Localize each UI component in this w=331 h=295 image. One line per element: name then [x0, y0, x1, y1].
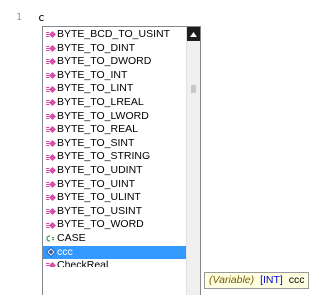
tooltip-type: [INT]: [260, 274, 283, 286]
editor-gutter: 1: [0, 0, 30, 295]
autocomplete-item-label: BYTE_BCD_TO_USINT: [57, 28, 171, 40]
autocomplete-item-label: CASE: [57, 231, 86, 244]
autocomplete-item[interactable]: BYTE_TO_DWORD: [43, 55, 186, 69]
autocomplete-item-label: BYTE_TO_STRING: [57, 150, 151, 163]
keyword-icon: [46, 232, 56, 246]
autocomplete-item-label: BYTE_TO_LREAL: [57, 95, 144, 108]
autocomplete-item-label: BYTE_TO_UDINT: [57, 163, 143, 176]
scroll-up-button[interactable]: [187, 27, 200, 41]
autocomplete-item[interactable]: BYTE_TO_WORD: [43, 218, 186, 232]
autocomplete-item[interactable]: BYTE_TO_REAL: [43, 123, 186, 137]
autocomplete-item-label: BYTE_TO_DWORD: [57, 55, 152, 68]
conversion-function-icon: [46, 205, 56, 219]
autocomplete-tooltip: (Variable) [INT] ccc: [204, 272, 310, 289]
autocomplete-item-label: BYTE_TO_LINT: [57, 82, 134, 95]
autocomplete-item-label: BYTE_TO_INT: [57, 68, 128, 81]
autocomplete-item-label: CheckReal: [57, 259, 109, 268]
autocomplete-item[interactable]: BYTE_TO_ULINT: [43, 191, 186, 205]
conversion-function-icon: [46, 28, 56, 42]
autocomplete-list[interactable]: BYTE_BCD_TO_USINT BYTE_TO_DINT BYTE_TO_DWO…: [43, 28, 186, 268]
autocomplete-item-label: BYTE_TO_DINT: [57, 41, 135, 54]
autocomplete-item-selected[interactable]: ccc: [43, 245, 186, 260]
autocomplete-item-label: BYTE_TO_WORD: [57, 218, 144, 231]
conversion-function-icon: [46, 82, 56, 96]
conversion-function-icon: [46, 123, 56, 137]
conversion-function-icon: [46, 137, 56, 151]
autocomplete-item[interactable]: BYTE_TO_LREAL: [43, 96, 186, 110]
autocomplete-item[interactable]: CASE: [43, 232, 186, 246]
autocomplete-item-label: BYTE_TO_UINT: [57, 177, 135, 190]
editor-code-text[interactable]: c: [38, 11, 45, 24]
conversion-function-icon: [46, 218, 56, 232]
conversion-function-icon: [46, 259, 56, 268]
autocomplete-item-label: BYTE_TO_SINT: [57, 136, 135, 149]
autocomplete-item[interactable]: BYTE_TO_LWORD: [43, 110, 186, 124]
tooltip-kind: (Variable): [209, 274, 255, 286]
autocomplete-item[interactable]: BYTE_TO_UDINT: [43, 164, 186, 178]
conversion-function-icon: [46, 55, 56, 69]
autocomplete-item[interactable]: BYTE_TO_SINT: [43, 137, 186, 151]
autocomplete-item[interactable]: BYTE_TO_LINT: [43, 82, 186, 96]
conversion-function-icon: [46, 178, 56, 192]
autocomplete-item[interactable]: BYTE_BCD_TO_USINT: [43, 28, 186, 42]
conversion-function-icon: [46, 191, 56, 205]
autocomplete-item[interactable]: BYTE_TO_UINT: [43, 178, 186, 192]
autocomplete-item[interactable]: BYTE_TO_INT: [43, 69, 186, 83]
conversion-function-icon: [46, 150, 56, 164]
scroll-thumb[interactable]: [191, 85, 196, 93]
autocomplete-item-label: BYTE_TO_LWORD: [57, 109, 149, 122]
autocomplete-item-label: BYTE_TO_USINT: [57, 204, 142, 217]
conversion-function-icon: [46, 110, 56, 124]
autocomplete-item[interactable]: CheckReal: [43, 259, 186, 268]
scrollbar[interactable]: [186, 27, 200, 295]
line-number: 1: [15, 12, 22, 23]
autocomplete-item[interactable]: BYTE_TO_DINT: [43, 42, 186, 56]
autocomplete-item-label: BYTE_TO_ULINT: [57, 191, 141, 204]
variable-icon: [46, 246, 56, 260]
conversion-function-icon: [46, 69, 56, 83]
conversion-function-icon: [46, 42, 56, 56]
tooltip-name: ccc: [288, 274, 305, 286]
autocomplete-item[interactable]: BYTE_TO_STRING: [43, 150, 186, 164]
autocomplete-popup[interactable]: BYTE_BCD_TO_USINT BYTE_TO_DINT BYTE_TO_DWO…: [42, 26, 201, 295]
conversion-function-icon: [46, 96, 56, 110]
autocomplete-item[interactable]: BYTE_TO_USINT: [43, 205, 186, 219]
autocomplete-item-label: BYTE_TO_REAL: [57, 123, 138, 136]
chevron-up-icon: [190, 31, 197, 37]
autocomplete-item-label: ccc: [57, 245, 73, 258]
conversion-function-icon: [46, 164, 56, 178]
